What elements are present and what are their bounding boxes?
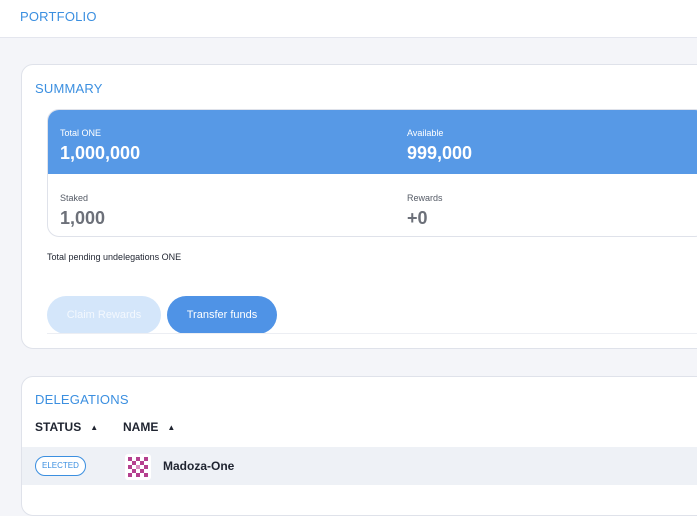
total-one-value: 1,000,000 — [60, 143, 141, 163]
staked-value: 1,000 — [60, 208, 106, 228]
sort-asc-icon: ▲ — [167, 423, 176, 432]
delegations-title: DELEGATIONS — [35, 392, 129, 407]
sort-asc-icon: ▲ — [90, 423, 99, 432]
available-stat: Available 999,000 — [407, 128, 472, 164]
table-row[interactable]: ELECTED Madoza-One — [22, 447, 697, 485]
column-header-name-label: NAME — [123, 420, 159, 434]
validator-name[interactable]: Madoza-One — [163, 459, 234, 473]
top-bar: PORTFOLIO — [0, 0, 697, 38]
rewards-stat: Rewards +0 — [407, 193, 443, 229]
pending-undelegations-text: Total pending undelegations ONE — [47, 252, 182, 262]
page-title: PORTFOLIO — [20, 9, 97, 24]
summary-card: SUMMARY Total ONE 1,000,000 Available 99… — [21, 64, 697, 349]
column-header-status-label: STATUS — [35, 420, 82, 434]
total-one-stat: Total ONE 1,000,000 — [60, 128, 140, 164]
available-label: Available — [407, 128, 444, 138]
available-value: 999,000 — [407, 143, 473, 163]
balance-band: Total ONE 1,000,000 Available 999,000 — [48, 110, 697, 174]
rewards-label: Rewards — [407, 193, 443, 203]
staked-stat: Staked 1,000 — [60, 193, 105, 229]
status-badge: ELECTED — [35, 456, 86, 476]
total-one-label: Total ONE — [60, 128, 102, 138]
summary-title: SUMMARY — [35, 81, 103, 96]
claim-rewards-button[interactable]: Claim Rewards — [47, 296, 161, 334]
column-header-name[interactable]: NAME ▲ — [123, 420, 175, 434]
column-header-status[interactable]: STATUS ▲ — [35, 420, 98, 434]
balance-panel: Total ONE 1,000,000 Available 999,000 St… — [47, 109, 697, 237]
delegations-card: DELEGATIONS STATUS ▲ NAME ▲ ELECTED Mado… — [21, 376, 697, 516]
divider — [47, 333, 697, 334]
rewards-value: +0 — [407, 208, 428, 228]
transfer-funds-button[interactable]: Transfer funds — [167, 296, 277, 334]
staked-label: Staked — [60, 193, 89, 203]
validator-identicon-icon — [125, 454, 151, 480]
